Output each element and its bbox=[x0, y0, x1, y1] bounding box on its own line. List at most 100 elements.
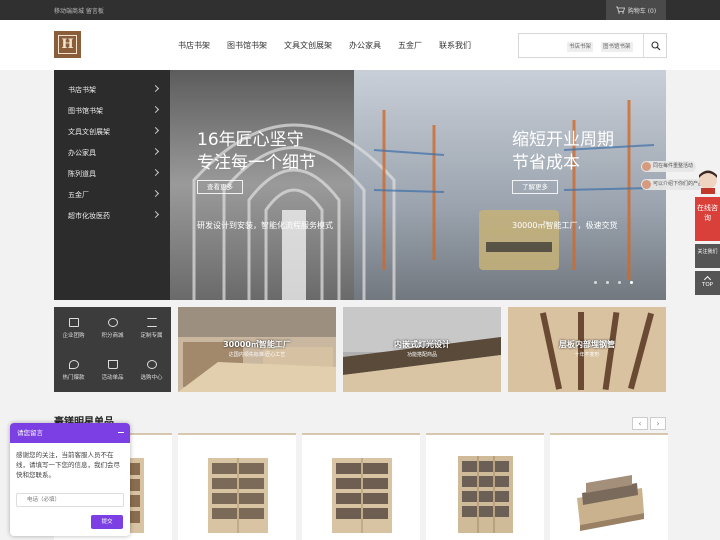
banner-left-subtitle: 研发设计到安装，智能化流程服务模式 bbox=[197, 221, 333, 230]
agent-avatar[interactable] bbox=[695, 168, 720, 194]
top-links[interactable]: 移动端商城 留言板 bbox=[54, 6, 104, 15]
avatar bbox=[642, 180, 651, 189]
quick-link[interactable]: 企业团购 bbox=[54, 307, 93, 350]
sidebar-item-label: 超市化妆医药 bbox=[68, 211, 110, 220]
sidebar-item[interactable]: 办公家具 bbox=[54, 142, 170, 163]
cart-icon bbox=[615, 6, 625, 14]
quick-link-label: 积分商城 bbox=[101, 332, 124, 339]
sidebar-item[interactable]: 书店书架 bbox=[54, 79, 170, 100]
sidebar-item-label: 图书馆书架 bbox=[68, 106, 103, 115]
carousel-dot[interactable] bbox=[594, 281, 597, 284]
promo-title: 30000㎡智能工厂 bbox=[223, 340, 291, 349]
quick-link-label: 定制专属 bbox=[140, 332, 163, 339]
promo-tile[interactable]: 30000㎡智能工厂 达国内领先标准·匠心工艺 bbox=[178, 307, 336, 392]
banner-right-title2: 节省成本 bbox=[512, 153, 580, 173]
nav-item[interactable]: 联系我们 bbox=[439, 40, 471, 51]
bookshelf-image bbox=[458, 456, 513, 533]
avatar bbox=[642, 162, 651, 171]
chevron-right-icon bbox=[151, 189, 160, 198]
header: H 书店书架 图书馆书架 文具文创展架 办公家具 五金厂 联系我们 书店书架 图… bbox=[0, 20, 720, 70]
category-sidebar: 书店书架 图书馆书架 文具文创展架 办公家具 陈列道具 五金厂 超市化妆医药 bbox=[54, 70, 170, 300]
product-card[interactable] bbox=[302, 433, 420, 540]
phone-field[interactable] bbox=[16, 493, 124, 507]
promo-tile[interactable]: 内嵌式灯光设计 功能搭配商品 bbox=[343, 307, 501, 392]
quick-link-label: 活动单品 bbox=[101, 375, 124, 382]
chat-header: 请您留言 bbox=[10, 423, 130, 443]
chevron-right-icon bbox=[151, 210, 160, 219]
search-button[interactable] bbox=[643, 34, 667, 57]
coins-icon bbox=[107, 317, 118, 327]
chevron-right-icon bbox=[151, 84, 160, 93]
bag-icon bbox=[107, 360, 118, 370]
product-card[interactable] bbox=[426, 433, 544, 540]
promo-title: 层板内部埋钢管 bbox=[559, 340, 615, 349]
banner-right-button[interactable]: 了解更多 bbox=[512, 180, 558, 194]
search-hot-tag[interactable]: 图书馆书架 bbox=[601, 42, 633, 52]
prev-arrow-button[interactable]: ‹ bbox=[632, 417, 648, 430]
cart-button[interactable]: 购物车 (0) bbox=[606, 0, 666, 20]
quick-link[interactable]: 选购中心 bbox=[132, 350, 171, 393]
cart-label: 购物车 (0) bbox=[627, 7, 657, 15]
banner-left-title2: 专注每一个细节 bbox=[197, 153, 316, 173]
nav-item[interactable]: 文具文创展架 bbox=[284, 40, 332, 51]
sidebar-item[interactable]: 文具文创展架 bbox=[54, 121, 170, 142]
chevron-right-icon bbox=[151, 126, 160, 135]
product-card[interactable] bbox=[178, 433, 296, 540]
sliders-icon bbox=[146, 317, 157, 327]
chevron-right-icon bbox=[151, 168, 160, 177]
chat-bubble[interactable]: 同在每件重整活动 bbox=[641, 161, 697, 172]
carousel-dot[interactable] bbox=[606, 281, 609, 284]
quick-links: 企业团购 积分商城 定制专属 热门爆款 活动单品 选购中心 bbox=[54, 307, 171, 392]
quick-link-label: 选购中心 bbox=[140, 375, 163, 382]
banner-right-title1: 缩短开业周期 bbox=[512, 130, 614, 150]
product-card[interactable] bbox=[550, 433, 668, 540]
carousel-dot[interactable] bbox=[630, 281, 633, 284]
main-nav: 书店书架 图书馆书架 文具文创展架 办公家具 五金厂 联系我们 bbox=[178, 40, 488, 51]
minimize-icon[interactable] bbox=[118, 432, 124, 433]
quick-link[interactable]: 活动单品 bbox=[93, 350, 132, 393]
promo-subtitle: 十年不变形 bbox=[574, 352, 600, 358]
bookshelf-image bbox=[208, 458, 268, 533]
online-consult-button[interactable]: 在线咨询 bbox=[695, 197, 720, 241]
promo-subtitle: 功能搭配商品 bbox=[406, 352, 437, 358]
banner-left-button[interactable]: 查看更多 bbox=[197, 180, 243, 194]
back-to-top-button[interactable]: TOP bbox=[695, 271, 720, 295]
logo[interactable]: H bbox=[54, 31, 81, 58]
quick-link[interactable]: 积分商城 bbox=[93, 307, 132, 350]
chat-widget: 请您留言 感谢您的关注，当前客服人员不在线，请填写一下您的信息，我们会尽快和您联… bbox=[10, 423, 130, 536]
qr-code-button[interactable]: 关注我们 bbox=[695, 244, 720, 268]
next-arrow-button[interactable]: › bbox=[650, 417, 666, 430]
logo-mark: H bbox=[58, 35, 77, 54]
nav-item[interactable]: 图书馆书架 bbox=[227, 40, 267, 51]
agent-avatar-image bbox=[699, 170, 717, 194]
sidebar-item[interactable]: 图书馆书架 bbox=[54, 100, 170, 121]
chat-bubble-text: 同在每件重整活动 bbox=[653, 163, 694, 169]
consult-label: 在线咨询 bbox=[697, 204, 718, 222]
chat-title: 请您留言 bbox=[17, 429, 43, 437]
sidebar-item-label: 陈列道具 bbox=[68, 169, 96, 178]
sidebar-item-label: 办公家具 bbox=[68, 148, 96, 157]
carousel-dot[interactable] bbox=[618, 281, 621, 284]
sidebar-item[interactable]: 五金厂 bbox=[54, 184, 170, 205]
promo-title: 内嵌式灯光设计 bbox=[394, 340, 450, 349]
quick-link[interactable]: 热门爆款 bbox=[54, 350, 93, 393]
nav-item[interactable]: 五金厂 bbox=[398, 40, 422, 51]
chevron-right-icon bbox=[151, 105, 160, 114]
bookshelf-image bbox=[332, 458, 392, 533]
sidebar-item[interactable]: 陈列道具 bbox=[54, 163, 170, 184]
quick-link-label: 热门爆款 bbox=[62, 375, 85, 382]
promo-tile[interactable]: 层板内部埋钢管 十年不变形 bbox=[508, 307, 666, 392]
top-bar: 移动端商城 留言板 购物车 (0) bbox=[0, 0, 720, 20]
submit-button[interactable]: 提交 bbox=[91, 515, 123, 529]
sidebar-item[interactable]: 超市化妆医药 bbox=[54, 205, 170, 226]
sidebar-item-label: 文具文创展架 bbox=[68, 127, 110, 136]
search-hot-tag[interactable]: 书店书架 bbox=[567, 42, 594, 52]
chevron-right-icon bbox=[151, 147, 160, 156]
banner-left-title1: 16年匠心坚守 bbox=[197, 130, 304, 150]
search-icon bbox=[650, 40, 660, 50]
carousel-dots bbox=[594, 281, 633, 284]
search-input[interactable] bbox=[523, 38, 563, 53]
nav-item[interactable]: 办公家具 bbox=[349, 40, 381, 51]
quick-link[interactable]: 定制专属 bbox=[132, 307, 171, 350]
nav-item[interactable]: 书店书架 bbox=[178, 40, 210, 51]
